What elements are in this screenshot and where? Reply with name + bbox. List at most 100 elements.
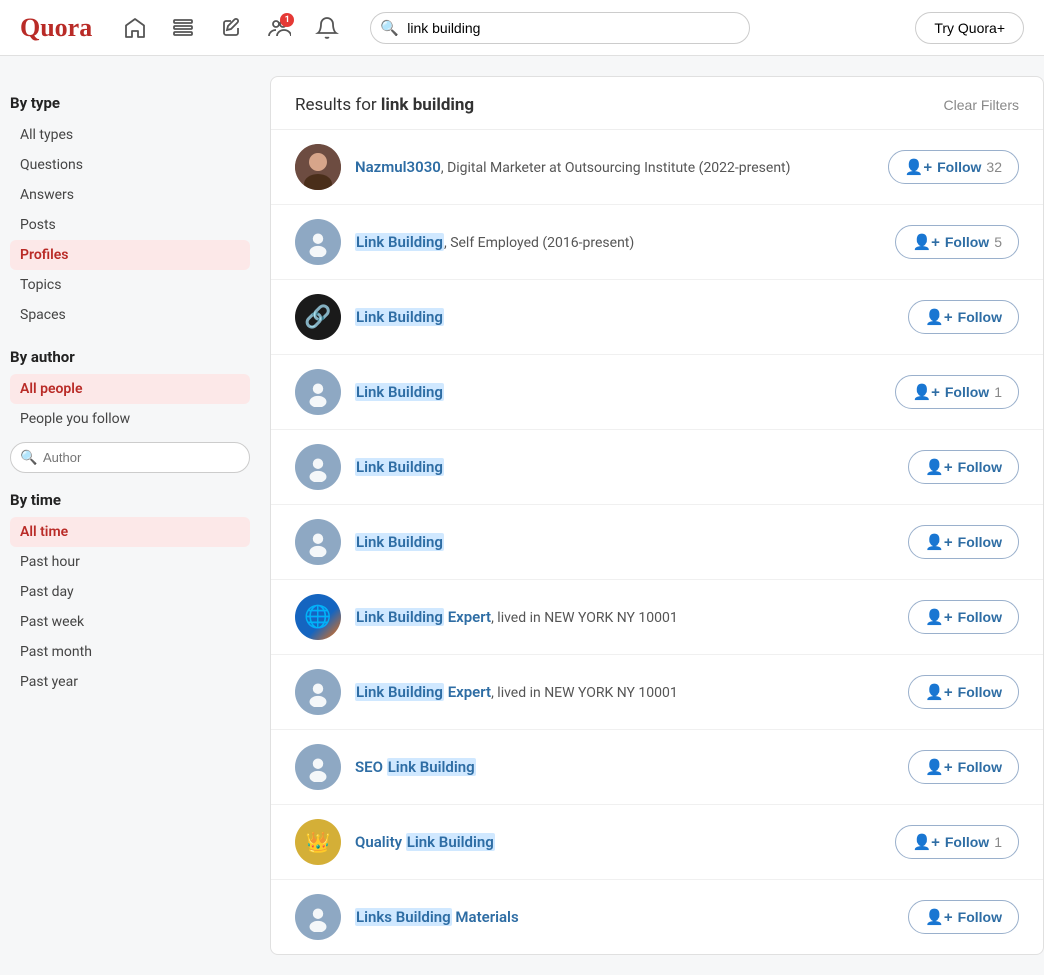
sidebar: By type All types Questions Answers Post… bbox=[0, 76, 270, 955]
follow-button[interactable]: 👤+ Follow bbox=[908, 900, 1019, 934]
result-name[interactable]: Link Building Expert bbox=[355, 608, 491, 626]
result-info: Quality Link Building bbox=[355, 833, 881, 851]
sidebar-item-questions[interactable]: Questions bbox=[10, 150, 250, 180]
results-list: Nazmul3030, Digital Marketer at Outsourc… bbox=[271, 130, 1043, 954]
follow-icon: 👤+ bbox=[925, 683, 952, 701]
results-panel: Results for link building Clear Filters … bbox=[270, 76, 1044, 955]
follow-count: 1 bbox=[994, 384, 1002, 400]
follow-button[interactable]: 👤+ Follow 1 bbox=[895, 825, 1019, 859]
result-name[interactable]: Link Building bbox=[355, 308, 444, 326]
author-search-input[interactable] bbox=[10, 442, 250, 473]
sidebar-item-past-month[interactable]: Past month bbox=[10, 637, 250, 667]
by-author-title: By author bbox=[10, 348, 250, 366]
result-name[interactable]: Nazmul3030 bbox=[355, 158, 441, 176]
main-layout: By type All types Questions Answers Post… bbox=[0, 56, 1044, 975]
sidebar-item-past-year[interactable]: Past year bbox=[10, 667, 250, 697]
nav-icons: 1 bbox=[118, 11, 344, 45]
sidebar-item-all-types[interactable]: All types bbox=[10, 120, 250, 150]
follow-label: Follow bbox=[945, 234, 989, 250]
by-time-title: By time bbox=[10, 491, 250, 509]
sidebar-item-posts[interactable]: Posts bbox=[10, 210, 250, 240]
search-icon: 🔍 bbox=[380, 19, 399, 37]
result-name[interactable]: Quality Link Building bbox=[355, 833, 495, 851]
result-info: Link Building bbox=[355, 308, 894, 326]
follow-button[interactable]: 👤+ Follow bbox=[908, 750, 1019, 784]
result-name[interactable]: Link Building bbox=[355, 533, 444, 551]
sidebar-item-topics[interactable]: Topics bbox=[10, 270, 250, 300]
avatar bbox=[295, 894, 341, 940]
sidebar-item-past-week[interactable]: Past week bbox=[10, 607, 250, 637]
result-item: Link Building 👤+ Follow bbox=[271, 505, 1043, 580]
notifications-icon[interactable] bbox=[310, 11, 344, 45]
result-info: Link Building, Self Employed (2016-prese… bbox=[355, 233, 881, 251]
clear-filters-button[interactable]: Clear Filters bbox=[944, 97, 1019, 113]
avatar bbox=[295, 144, 341, 190]
follow-button[interactable]: 👤+ Follow bbox=[908, 675, 1019, 709]
result-name[interactable]: Link Building bbox=[355, 458, 444, 476]
search-input[interactable] bbox=[370, 12, 750, 44]
follow-button[interactable]: 👤+ Follow 1 bbox=[895, 375, 1019, 409]
result-desc: , lived in NEW YORK NY 10001 bbox=[491, 610, 678, 626]
results-title: Results for link building bbox=[295, 95, 474, 115]
sidebar-item-all-people[interactable]: All people bbox=[10, 374, 250, 404]
result-name[interactable]: Link Building Expert bbox=[355, 683, 491, 701]
result-name[interactable]: Link Building bbox=[355, 233, 444, 251]
avatar bbox=[295, 669, 341, 715]
avatar bbox=[295, 519, 341, 565]
result-info: Link Building Expert, lived in NEW YORK … bbox=[355, 683, 894, 701]
follow-button[interactable]: 👤+ Follow bbox=[908, 300, 1019, 334]
by-type-title: By type bbox=[10, 94, 250, 112]
follow-count: 5 bbox=[994, 234, 1002, 250]
result-info: Link Building bbox=[355, 458, 894, 476]
avatar bbox=[295, 669, 341, 715]
avatar bbox=[295, 369, 341, 415]
result-item: 🔗 Link Building 👤+ Follow bbox=[271, 280, 1043, 355]
avatar: 🔗 bbox=[295, 294, 341, 340]
avatar: 🌐 bbox=[295, 594, 341, 640]
create-icon[interactable] bbox=[214, 11, 248, 45]
avatar bbox=[295, 219, 341, 265]
sidebar-item-answers[interactable]: Answers bbox=[10, 180, 250, 210]
follow-label: Follow bbox=[958, 759, 1002, 775]
follow-button[interactable]: 👤+ Follow 32 bbox=[888, 150, 1019, 184]
sidebar-item-past-day[interactable]: Past day bbox=[10, 577, 250, 607]
follow-icon: 👤+ bbox=[912, 833, 939, 851]
follow-icon: 👤+ bbox=[925, 458, 952, 476]
follow-icon: 👤+ bbox=[905, 158, 932, 176]
follow-label: Follow bbox=[958, 609, 1002, 625]
sidebar-item-all-time[interactable]: All time bbox=[10, 517, 250, 547]
result-name[interactable]: Links Building Materials bbox=[355, 908, 519, 926]
sidebar-item-spaces[interactable]: Spaces bbox=[10, 300, 250, 330]
home-icon[interactable] bbox=[118, 11, 152, 45]
follow-label: Follow bbox=[958, 534, 1002, 550]
follow-button[interactable]: 👤+ Follow bbox=[908, 600, 1019, 634]
logo[interactable]: Quora bbox=[20, 13, 92, 43]
result-item: Link Building 👤+ Follow 1 bbox=[271, 355, 1043, 430]
follow-button[interactable]: 👤+ Follow 5 bbox=[895, 225, 1019, 259]
result-desc: , Digital Marketer at Outsourcing Instit… bbox=[441, 160, 791, 176]
result-name[interactable]: SEO Link Building bbox=[355, 758, 476, 776]
notification-badge: 1 bbox=[280, 13, 294, 27]
result-item: 🌐 Link Building Expert, lived in NEW YOR… bbox=[271, 580, 1043, 655]
feed-icon[interactable] bbox=[166, 11, 200, 45]
spaces-icon[interactable]: 1 bbox=[262, 11, 296, 45]
result-name[interactable]: Link Building bbox=[355, 383, 444, 401]
result-info: Nazmul3030, Digital Marketer at Outsourc… bbox=[355, 158, 874, 176]
header: Quora 1 🔍 Try Quora+ bbox=[0, 0, 1044, 56]
follow-label: Follow bbox=[945, 384, 989, 400]
results-header: Results for link building Clear Filters bbox=[271, 77, 1043, 130]
avatar bbox=[295, 894, 341, 940]
follow-icon: 👤+ bbox=[925, 758, 952, 776]
sidebar-item-past-hour[interactable]: Past hour bbox=[10, 547, 250, 577]
result-info: Link Building bbox=[355, 533, 894, 551]
try-quora-plus-button[interactable]: Try Quora+ bbox=[915, 12, 1024, 44]
follow-button[interactable]: 👤+ Follow bbox=[908, 525, 1019, 559]
avatar bbox=[295, 519, 341, 565]
follow-button[interactable]: 👤+ Follow bbox=[908, 450, 1019, 484]
follow-count: 1 bbox=[994, 834, 1002, 850]
avatar: 👑 bbox=[295, 819, 341, 865]
follow-icon: 👤+ bbox=[925, 608, 952, 626]
sidebar-item-profiles[interactable]: Profiles bbox=[10, 240, 250, 270]
result-item: Link Building Expert, lived in NEW YORK … bbox=[271, 655, 1043, 730]
sidebar-item-people-you-follow[interactable]: People you follow bbox=[10, 404, 250, 434]
